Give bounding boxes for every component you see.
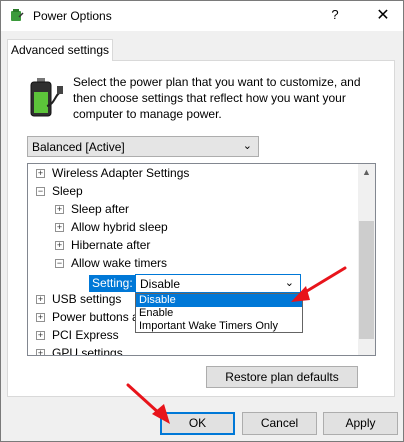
help-button[interactable]: ? xyxy=(323,7,347,25)
power-plan-value: Balanced [Active] xyxy=(32,140,125,154)
scrollbar-thumb[interactable] xyxy=(359,221,374,339)
setting-label: Setting: xyxy=(89,275,136,292)
tree-item-label: USB settings xyxy=(52,292,122,306)
expand-icon[interactable]: + xyxy=(36,169,45,178)
tree-item-label: PCI Express xyxy=(52,328,119,342)
tree-item-label: GPU settings xyxy=(52,346,123,356)
apply-button[interactable]: Apply xyxy=(323,412,398,435)
scroll-up-icon[interactable]: ▲ xyxy=(358,164,375,181)
expand-icon[interactable]: + xyxy=(36,313,45,322)
tree-item-label: Hibernate after xyxy=(71,238,151,252)
tree-item-label: Allow hybrid sleep xyxy=(71,220,168,234)
expand-icon[interactable]: + xyxy=(36,295,45,304)
expand-icon[interactable]: + xyxy=(36,349,45,355)
setting-options-list[interactable]: Disable Enable Important Wake Timers Onl… xyxy=(135,293,303,333)
option-important-wake-timers-only[interactable]: Important Wake Timers Only xyxy=(136,320,302,333)
collapse-icon[interactable]: − xyxy=(55,259,64,268)
tree-scrollbar[interactable]: ▲ xyxy=(358,164,375,355)
tab-advanced-settings[interactable]: Advanced settings xyxy=(7,39,113,61)
tree-item-label: Sleep xyxy=(52,184,83,198)
close-button[interactable]: ✕ xyxy=(369,5,397,27)
power-options-window: Power Options ? ✕ Advanced settings Sele… xyxy=(0,0,404,442)
expand-icon[interactable]: + xyxy=(36,331,45,340)
option-disable[interactable]: Disable xyxy=(136,294,302,307)
tree-item-label: Power buttons a xyxy=(52,310,139,324)
tree-item-label: Allow wake timers xyxy=(71,256,168,270)
window-title: Power Options xyxy=(33,9,112,23)
power-plan-select[interactable]: Balanced [Active] ⌄ xyxy=(27,136,259,157)
chevron-down-icon: ⌄ xyxy=(284,277,294,289)
title-bar[interactable]: Power Options ? ✕ xyxy=(1,1,403,31)
ok-button[interactable]: OK xyxy=(160,412,235,435)
collapse-icon[interactable]: − xyxy=(36,187,45,196)
expand-icon[interactable]: + xyxy=(55,241,64,250)
cancel-button[interactable]: Cancel xyxy=(242,412,317,435)
restore-plan-defaults-button[interactable]: Restore plan defaults xyxy=(206,366,358,388)
expand-icon[interactable]: + xyxy=(55,205,64,214)
battery-plug-icon xyxy=(30,78,63,117)
tree-item-label: Wireless Adapter Settings xyxy=(52,166,190,180)
setting-dropdown[interactable]: Disable ⌄ xyxy=(135,274,301,293)
tree-item-label: Sleep after xyxy=(71,202,130,216)
instructions-text: Select the power plan that you want to c… xyxy=(73,75,361,121)
setting-value: Disable xyxy=(140,277,181,291)
chevron-down-icon: ⌄ xyxy=(242,140,252,152)
expand-icon[interactable]: + xyxy=(55,223,64,232)
power-options-icon xyxy=(11,9,24,21)
option-enable[interactable]: Enable xyxy=(136,307,302,320)
